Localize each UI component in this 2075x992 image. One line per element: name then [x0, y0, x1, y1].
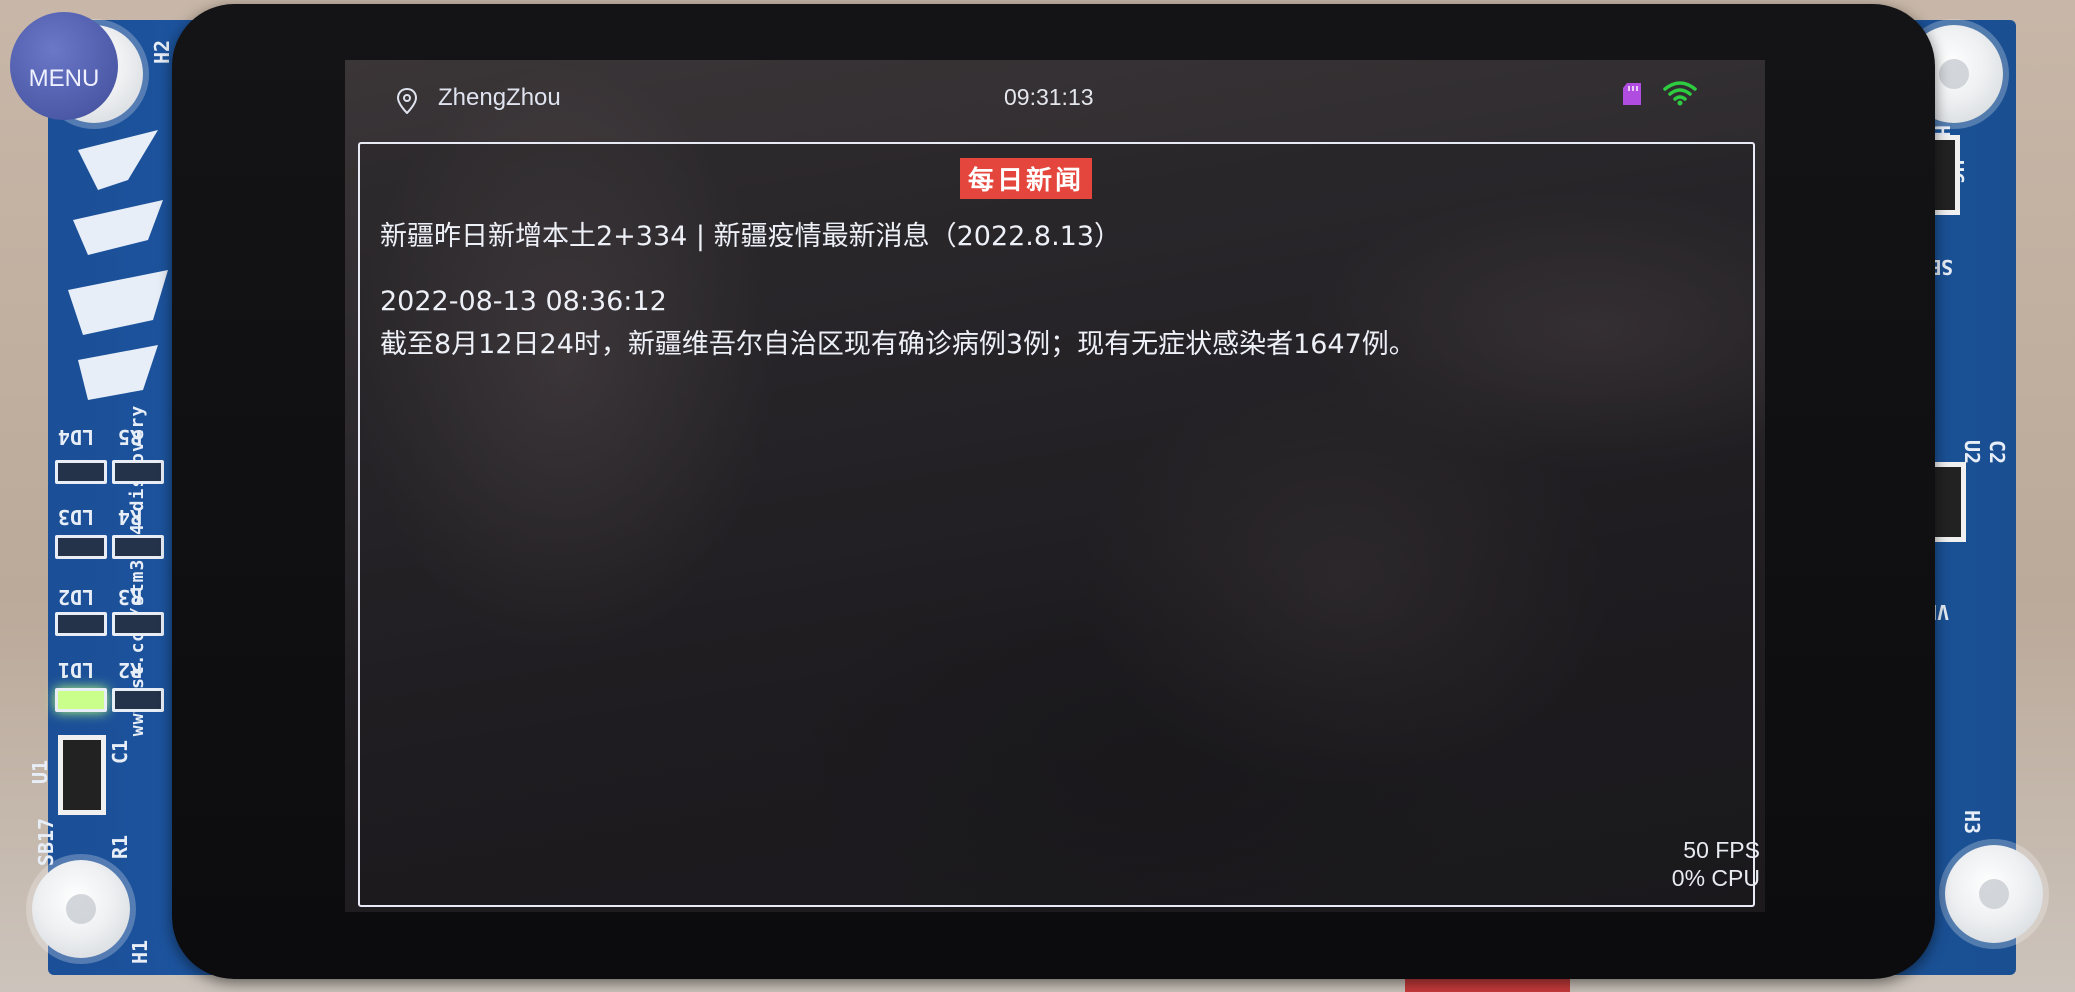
resistor-r2 [112, 688, 164, 712]
silk-label: R1 [108, 834, 133, 860]
silk-label: U1 [28, 759, 53, 785]
cpu-readout: 0% CPU [1671, 865, 1760, 891]
silk-label: H3 [1960, 809, 1985, 835]
silk-label: LD4 [58, 425, 95, 449]
st-logo [68, 130, 168, 400]
led-ld2 [55, 612, 107, 636]
map-pin-icon [396, 88, 418, 114]
fps-readout: 50 FPS [1683, 837, 1760, 863]
resistor-r5 [112, 460, 164, 484]
silk-label: LD1 [58, 658, 95, 682]
performance-monitor: 50 FPS 0% CPU [1648, 836, 1760, 892]
news-section-title: 每日新闻 [960, 158, 1093, 199]
silk-label: H1 [128, 939, 153, 965]
mounting-hole-bottom-right [1945, 845, 2043, 943]
led-ld4 [55, 460, 107, 484]
news-body: 截至8月12日24时，新疆维吾尔自治区现有确诊病例3例；现有无症状感染者1647… [380, 329, 1416, 360]
status-clock: 09:31:13 [1004, 84, 1094, 110]
location-city[interactable]: ZhengZhou [438, 84, 561, 112]
resistor-r4 [112, 535, 164, 559]
silk-label: C2 [1985, 439, 2010, 465]
led-ld1 [55, 688, 107, 712]
mounting-hole-bottom-left [32, 860, 130, 958]
silk-label: SB17 [34, 817, 59, 867]
device-photo: H2 H4 H1 H3 LD4 LD3 LD2 LD1 R5 R4 R3 R2 … [0, 0, 2075, 992]
silk-label: LD3 [58, 505, 95, 529]
silk-url: www.st.com/stm32f4-discovery [127, 404, 149, 737]
news-headline[interactable]: 新疆昨日新增本土2+334 | 新疆疫情最新消息（2022.8.13） [380, 214, 1121, 253]
news-timestamp: 2022-08-13 08:36:12 [380, 286, 667, 317]
silk-label: H2 [150, 39, 175, 65]
news-panel [358, 142, 1755, 907]
silk-label: C1 [108, 739, 133, 765]
resistor-r3 [112, 612, 164, 636]
led-ld3 [55, 535, 107, 559]
silk-label: LD2 [58, 585, 95, 609]
menu-button[interactable]: MENU [10, 12, 118, 120]
chip-u1 [58, 735, 106, 815]
sd-card-icon [1623, 83, 1641, 105]
wifi-icon [1663, 81, 1697, 106]
silk-label: U2 [1960, 439, 1985, 465]
